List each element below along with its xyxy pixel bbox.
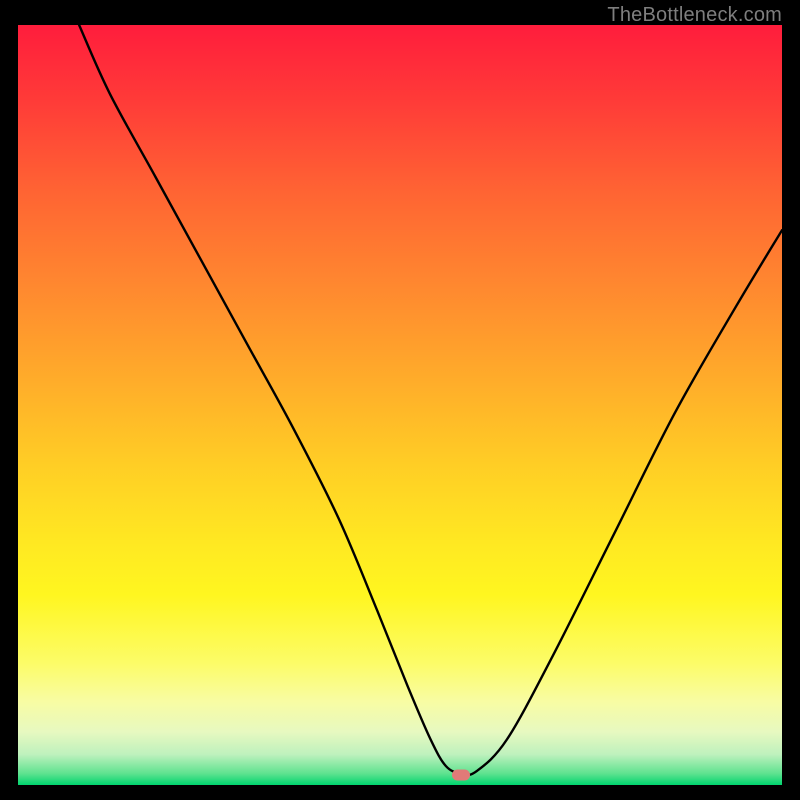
right-border <box>782 0 800 800</box>
chart-frame: TheBottleneck.com <box>0 0 800 800</box>
bottleneck-curve <box>18 25 782 785</box>
left-border <box>0 0 18 800</box>
bottom-border <box>0 785 800 800</box>
watermark-text: TheBottleneck.com <box>607 4 782 27</box>
plot-area <box>18 25 782 785</box>
minimum-marker-icon <box>452 770 470 781</box>
